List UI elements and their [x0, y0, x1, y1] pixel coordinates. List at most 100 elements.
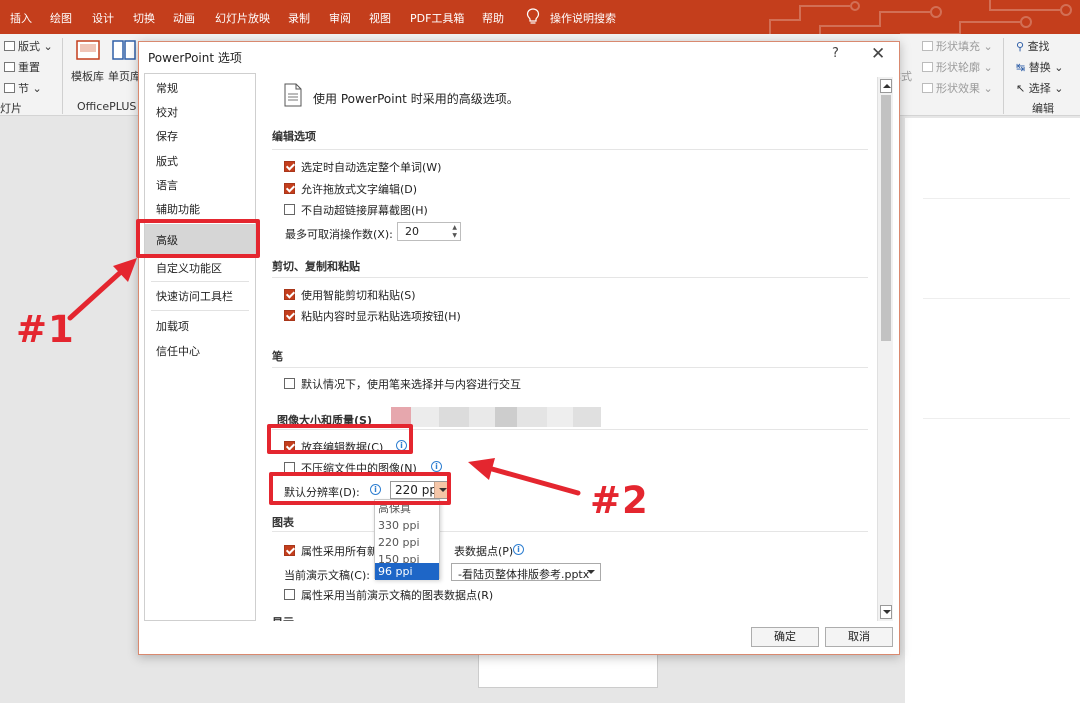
no-auto-hyperlink-checkbox[interactable] — [284, 204, 295, 215]
lightbulb-icon — [526, 8, 540, 24]
chevron-down-icon[interactable]: ▼ — [452, 232, 457, 239]
tab-transitions[interactable]: 切换 — [133, 10, 155, 26]
dialog-title: PowerPoint 选项 — [148, 51, 242, 65]
chevron-down-icon[interactable] — [587, 570, 595, 574]
shape-effect-label: 形状效果 — [936, 82, 980, 95]
shape-outline-button[interactable]: 形状轮廓 ⌄ — [922, 59, 993, 75]
powerpoint-options-dialog: PowerPoint 选项 ? ✕ 常规 校对 保存 版式 语言 辅助功能 高级… — [138, 41, 900, 655]
annotation-mark-1: #1 — [16, 308, 75, 351]
tab-animations[interactable]: 动画 — [173, 10, 195, 26]
single-page-library-button[interactable]: 单页库 — [108, 68, 141, 84]
select-label: 选择 — [1028, 82, 1051, 95]
replace-button[interactable]: ↹ 替换 ⌄ — [1016, 59, 1063, 75]
layout-button[interactable]: 版式 ⌄ — [4, 38, 53, 54]
shape-outline-icon — [922, 62, 933, 72]
nav-divider — [151, 310, 249, 311]
help-button[interactable]: ? — [832, 46, 839, 61]
current-chart-datapoint-checkbox[interactable] — [284, 589, 295, 600]
show-paste-options-checkbox[interactable] — [284, 310, 295, 321]
section-divider — [272, 367, 868, 368]
shape-fill-label: 形状填充 — [936, 40, 980, 53]
drag-drop-text-checkbox[interactable] — [284, 183, 295, 194]
no-auto-hyperlink-label: 不自动超链接屏幕截图(H) — [301, 204, 428, 217]
replace-label: 替换 — [1028, 61, 1051, 74]
highlight-default-resolution — [269, 472, 451, 505]
scrollbar-thumb[interactable] — [881, 95, 891, 341]
pen-select-checkbox[interactable] — [284, 378, 295, 389]
ribbon-tab-bar: 插入 绘图 设计 切换 动画 幻灯片放映 录制 审阅 视图 PDF工具箱 帮助 … — [0, 0, 1080, 34]
tell-me-search[interactable]: 操作说明搜索 — [550, 10, 616, 26]
section-title-display: 显示 — [272, 614, 294, 621]
tab-record[interactable]: 录制 — [288, 10, 310, 26]
document-selector-obscured[interactable] — [391, 407, 601, 427]
chevron-up-icon[interactable]: ▲ — [452, 224, 457, 231]
cancel-button[interactable]: 取消 — [825, 627, 893, 647]
section-label: 节 — [18, 82, 29, 95]
max-undo-stepper[interactable]: 20 ▲ ▼ — [397, 222, 461, 241]
reset-icon — [4, 62, 15, 72]
slide-thumbnail[interactable] — [478, 654, 658, 688]
nav-trust-center[interactable]: 信任中心 — [145, 342, 255, 362]
nav-customize-ribbon[interactable]: 自定义功能区 — [145, 259, 255, 279]
select-button[interactable]: ↖ 选择 ⌄ — [1016, 80, 1063, 96]
group-divider — [1003, 38, 1004, 114]
cursor-icon: ↖ — [1016, 82, 1029, 95]
tab-review[interactable]: 审阅 — [329, 10, 351, 26]
nav-accessibility[interactable]: 辅助功能 — [145, 200, 255, 220]
info-icon: i — [431, 461, 442, 472]
scroll-down-icon[interactable] — [880, 605, 892, 619]
current-presentation-dropdown[interactable]: -看陆页整体排版参考.pptx — [451, 563, 601, 581]
template-library-button[interactable]: 模板库 — [71, 68, 104, 84]
resolution-options-list: 高保真 330 ppi 220 ppi 150 ppi 96 ppi — [374, 499, 440, 580]
arrow-1-head-icon — [113, 258, 137, 282]
search-icon: ⚲ — [1016, 40, 1028, 53]
auto-select-word-checkbox[interactable] — [284, 161, 295, 172]
nav-general[interactable]: 常规 — [145, 79, 255, 99]
show-paste-options-label: 粘贴内容时显示粘贴选项按钮(H) — [301, 310, 461, 323]
circuit-pattern-icon — [769, 0, 1072, 34]
group-divider — [62, 38, 63, 114]
options-scrollbar[interactable] — [877, 77, 893, 621]
nav-proofing[interactable]: 校对 — [145, 103, 255, 123]
resolution-option-highlighted[interactable]: 96 ppi — [375, 563, 439, 580]
ok-button[interactable]: 确定 — [751, 627, 819, 647]
editing-group-label: 编辑 — [1032, 102, 1054, 115]
drag-drop-text-label: 允许拖放式文字编辑(D) — [301, 183, 418, 196]
max-undo-label: 最多可取消操作数(X): — [285, 228, 393, 241]
layout-label: 版式 — [18, 40, 40, 53]
resolution-option[interactable]: 330 ppi — [375, 517, 439, 534]
section-button[interactable]: 节 ⌄ — [4, 80, 42, 96]
smart-cut-paste-checkbox[interactable] — [284, 289, 295, 300]
tab-pdf-toolbox[interactable]: PDF工具箱 — [410, 10, 464, 26]
layout-icon — [4, 41, 15, 51]
tab-slideshow[interactable]: 幻灯片放映 — [215, 10, 270, 26]
tab-help[interactable]: 帮助 — [482, 10, 504, 26]
template-library-icon — [76, 40, 100, 60]
document-options-icon — [284, 83, 302, 107]
shape-fill-button[interactable]: 形状填充 ⌄ — [922, 38, 993, 54]
nav-layout[interactable]: 版式 — [145, 152, 255, 172]
shape-effect-button[interactable]: 形状效果 ⌄ — [922, 80, 993, 96]
panel-header: 使用 PowerPoint 时采用的高级选项。 — [313, 92, 519, 106]
placeholder-line — [923, 298, 1070, 299]
reset-button[interactable]: 重置 — [4, 59, 40, 75]
tab-insert[interactable]: 插入 — [10, 10, 32, 26]
scroll-up-icon[interactable] — [880, 79, 892, 93]
current-presentation-label: 当前演示文稿(C): — [284, 569, 370, 582]
tab-design[interactable]: 设计 — [92, 10, 114, 26]
new-chart-datapoint-checkbox[interactable] — [284, 545, 295, 556]
info-icon: i — [513, 544, 524, 555]
close-button[interactable]: ✕ — [871, 44, 885, 64]
shape-fill-icon — [922, 41, 933, 51]
nav-save[interactable]: 保存 — [145, 127, 255, 147]
section-divider — [272, 149, 868, 150]
arrow-1-icon — [67, 267, 126, 321]
tab-view[interactable]: 视图 — [369, 10, 391, 26]
find-button[interactable]: ⚲ 查找 — [1016, 38, 1050, 54]
nav-language[interactable]: 语言 — [145, 176, 255, 196]
nav-quick-access-toolbar[interactable]: 快速访问工具栏 — [145, 287, 255, 307]
nav-add-ins[interactable]: 加载项 — [145, 317, 255, 337]
resolution-option[interactable]: 220 ppi — [375, 534, 439, 551]
section-icon — [4, 83, 15, 93]
tab-draw[interactable]: 绘图 — [50, 10, 72, 26]
